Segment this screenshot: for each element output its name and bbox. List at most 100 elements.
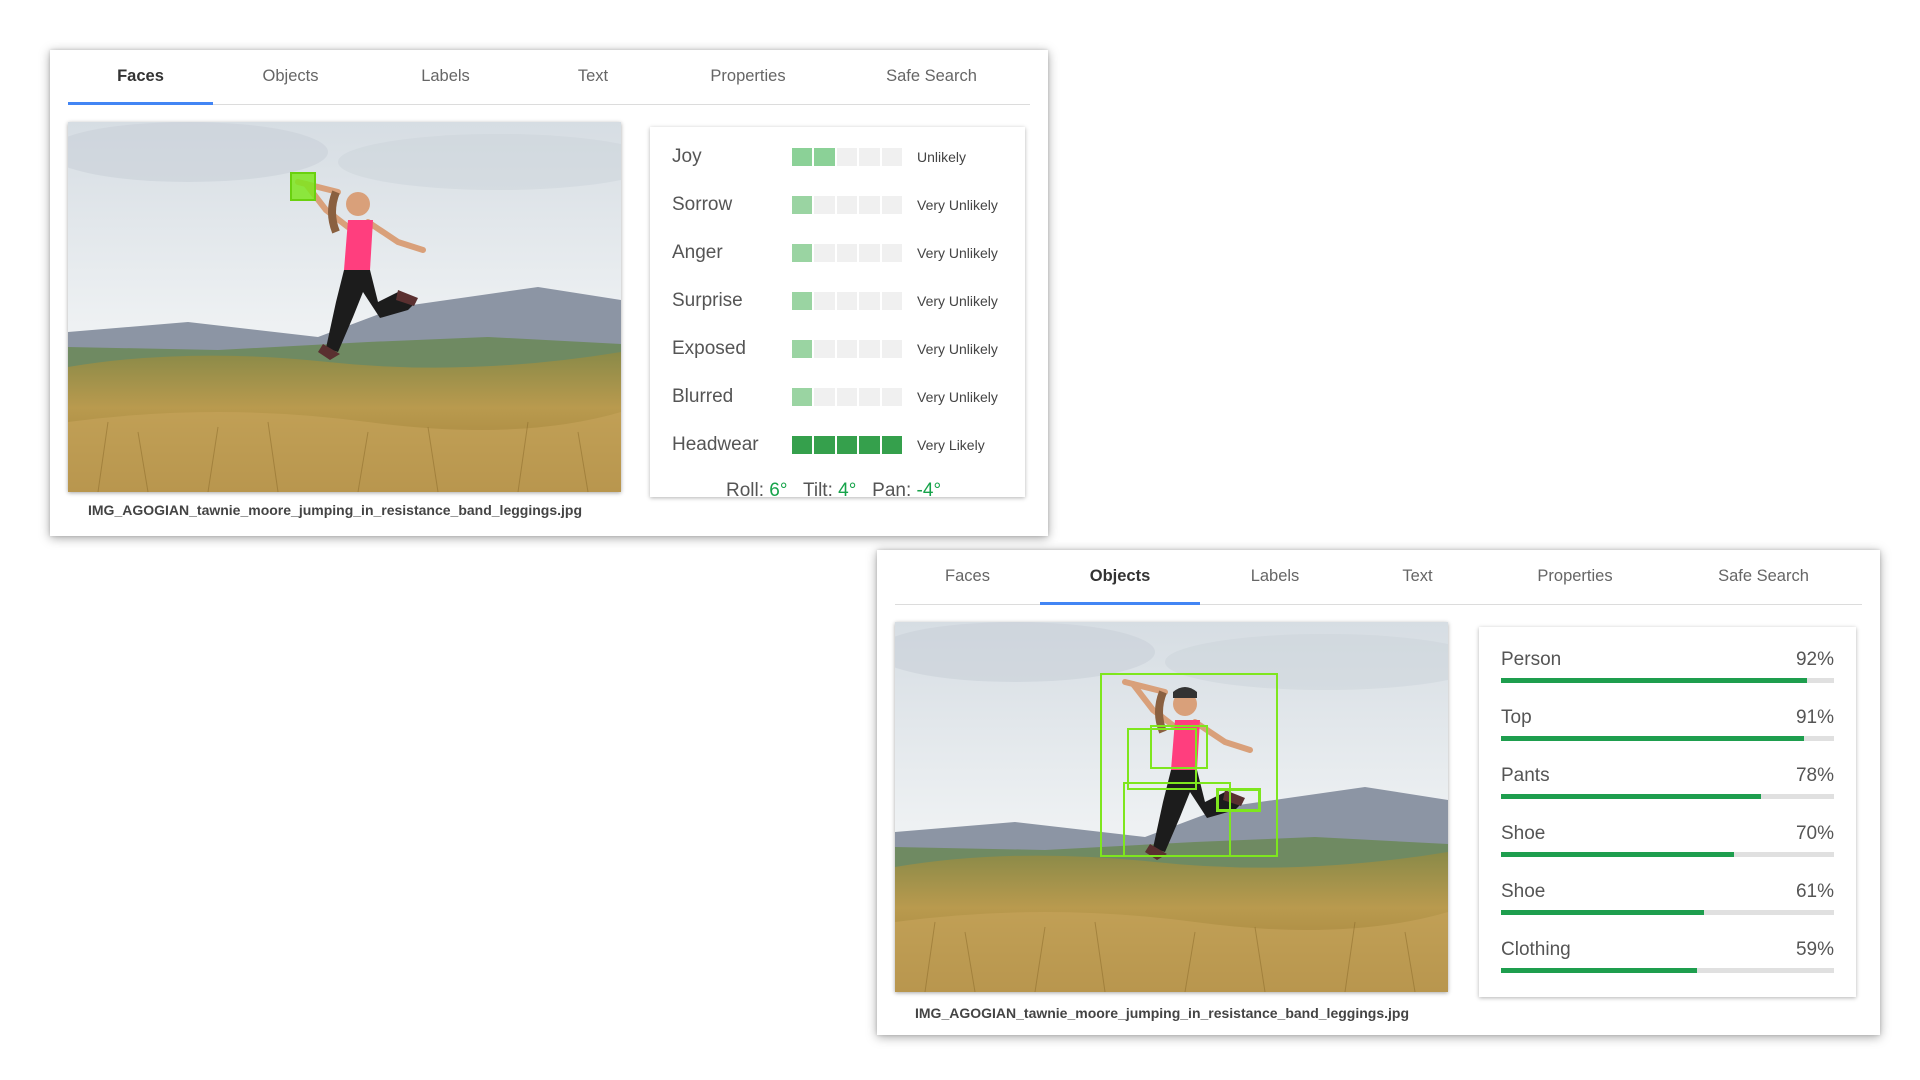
likelihood-segment bbox=[836, 292, 858, 310]
object-label: Clothing bbox=[1501, 939, 1571, 960]
tab-labels[interactable]: Labels bbox=[1200, 550, 1350, 605]
confidence-track bbox=[1501, 968, 1834, 973]
likelihood-value: Very Unlikely bbox=[917, 389, 998, 405]
likelihood-label: Joy bbox=[672, 146, 702, 167]
face-bounding-box[interactable] bbox=[290, 172, 316, 201]
likelihood-segment bbox=[814, 436, 835, 454]
likelihood-row: Sorrow Very Unlikely bbox=[672, 193, 1012, 217]
likelihood-row: Exposed Very Unlikely bbox=[672, 337, 1012, 361]
likelihood-segment bbox=[792, 292, 813, 310]
confidence-track bbox=[1501, 736, 1834, 741]
analyzed-photo bbox=[895, 622, 1448, 992]
likelihood-meter bbox=[792, 244, 903, 262]
likelihood-segment bbox=[881, 340, 903, 358]
object-confidence: 92% bbox=[1795, 649, 1834, 670]
likelihood-segment bbox=[881, 148, 903, 166]
confidence-fill bbox=[1501, 736, 1805, 741]
likelihood-segment bbox=[881, 436, 903, 454]
tab-objects[interactable]: Objects bbox=[1040, 550, 1200, 605]
tab-objects[interactable]: Objects bbox=[213, 50, 368, 105]
image-filename: IMG_AGOGIAN_tawnie_moore_jumping_in_resi… bbox=[915, 1005, 1409, 1021]
tab-safe-search[interactable]: Safe Search bbox=[1665, 550, 1862, 605]
face-angles: Roll: 6° Tilt: 4° Pan: -4° bbox=[726, 480, 941, 497]
bbox-clothing[interactable] bbox=[1150, 725, 1208, 769]
likelihood-label: Anger bbox=[672, 242, 723, 263]
likelihood-label: Headwear bbox=[672, 434, 759, 455]
likelihood-meter bbox=[792, 148, 903, 166]
object-row[interactable]: Pants 78% bbox=[1501, 765, 1834, 805]
likelihood-row: Surprise Very Unlikely bbox=[672, 289, 1012, 313]
pan-label: Pan: bbox=[872, 480, 912, 497]
pan-value: -4° bbox=[916, 480, 942, 497]
likelihood-row: Joy Unlikely bbox=[672, 145, 1012, 169]
confidence-fill bbox=[1501, 910, 1705, 915]
likelihood-segment bbox=[836, 340, 858, 358]
likelihood-segment bbox=[792, 196, 813, 214]
likelihood-segment bbox=[836, 244, 858, 262]
object-row[interactable]: Top 91% bbox=[1501, 707, 1834, 747]
object-confidence: 61% bbox=[1795, 881, 1834, 902]
likelihood-segment bbox=[792, 340, 813, 358]
object-row[interactable]: Shoe 70% bbox=[1501, 823, 1834, 863]
likelihood-row: Blurred Very Unlikely bbox=[672, 385, 1012, 409]
object-label: Pants bbox=[1501, 765, 1550, 786]
confidence-track bbox=[1501, 910, 1834, 915]
tab-bar: Faces Objects Labels Text Properties Saf… bbox=[68, 50, 1030, 105]
likelihood-segment bbox=[836, 388, 858, 406]
likelihood-segment bbox=[814, 388, 835, 406]
likelihood-value: Unlikely bbox=[917, 149, 967, 165]
confidence-track bbox=[1501, 852, 1834, 857]
tab-faces[interactable]: Faces bbox=[68, 50, 213, 105]
object-confidence: 78% bbox=[1795, 765, 1834, 786]
likelihood-segment bbox=[814, 148, 835, 166]
likelihood-segment bbox=[836, 196, 858, 214]
object-confidence: 70% bbox=[1795, 823, 1834, 844]
likelihood-label: Surprise bbox=[672, 290, 743, 311]
likelihood-value: Very Unlikely bbox=[917, 197, 998, 213]
analyzed-photo bbox=[68, 122, 621, 492]
likelihood-segment bbox=[881, 244, 903, 262]
confidence-fill bbox=[1501, 678, 1808, 683]
likelihood-segment bbox=[836, 148, 858, 166]
tab-properties[interactable]: Properties bbox=[1485, 550, 1665, 605]
object-row[interactable]: Person 92% bbox=[1501, 649, 1834, 689]
tab-safe-search[interactable]: Safe Search bbox=[833, 50, 1030, 105]
likelihood-segment bbox=[881, 292, 903, 310]
object-label: Shoe bbox=[1501, 823, 1546, 844]
likelihood-segment bbox=[881, 388, 903, 406]
likelihood-segment bbox=[859, 244, 880, 262]
face-attributes-panel: Joy Unlikely Sorrow Very Unlikely Anger Very … bbox=[650, 127, 1025, 497]
likelihood-meter bbox=[792, 292, 903, 310]
object-row[interactable]: Clothing 59% bbox=[1501, 939, 1834, 979]
likelihood-segment bbox=[792, 148, 813, 166]
confidence-track bbox=[1501, 794, 1834, 799]
likelihood-segment bbox=[792, 388, 813, 406]
likelihood-value: Very Unlikely bbox=[917, 245, 998, 261]
likelihood-meter bbox=[792, 388, 903, 406]
tab-faces[interactable]: Faces bbox=[895, 550, 1040, 605]
likelihood-label: Exposed bbox=[672, 338, 746, 359]
likelihood-segment bbox=[814, 196, 835, 214]
bbox-pants[interactable] bbox=[1123, 782, 1231, 857]
tab-properties[interactable]: Properties bbox=[663, 50, 833, 105]
bbox-shoe[interactable] bbox=[1216, 788, 1261, 812]
likelihood-segment bbox=[859, 340, 880, 358]
likelihood-segment bbox=[859, 436, 880, 454]
confidence-fill bbox=[1501, 794, 1761, 799]
tab-text[interactable]: Text bbox=[523, 50, 663, 105]
object-label: Shoe bbox=[1501, 881, 1546, 902]
confidence-fill bbox=[1501, 968, 1698, 973]
likelihood-value: Very Unlikely bbox=[917, 293, 998, 309]
tilt-label: Tilt: bbox=[802, 480, 833, 497]
likelihood-value: Very Unlikely bbox=[917, 341, 998, 357]
likelihood-row: Headwear Very Likely bbox=[672, 433, 1012, 457]
likelihood-segment bbox=[792, 244, 813, 262]
likelihood-segment bbox=[881, 196, 903, 214]
tab-text[interactable]: Text bbox=[1350, 550, 1485, 605]
likelihood-row: Anger Very Unlikely bbox=[672, 241, 1012, 265]
object-label: Top bbox=[1501, 707, 1532, 728]
objects-list-panel: Person 92% Top 91% Pants 78% Shoe 70% Shoe 61% Clo… bbox=[1479, 627, 1856, 997]
image-filename: IMG_AGOGIAN_tawnie_moore_jumping_in_resi… bbox=[88, 502, 582, 518]
tab-labels[interactable]: Labels bbox=[368, 50, 523, 105]
object-row[interactable]: Shoe 61% bbox=[1501, 881, 1834, 921]
